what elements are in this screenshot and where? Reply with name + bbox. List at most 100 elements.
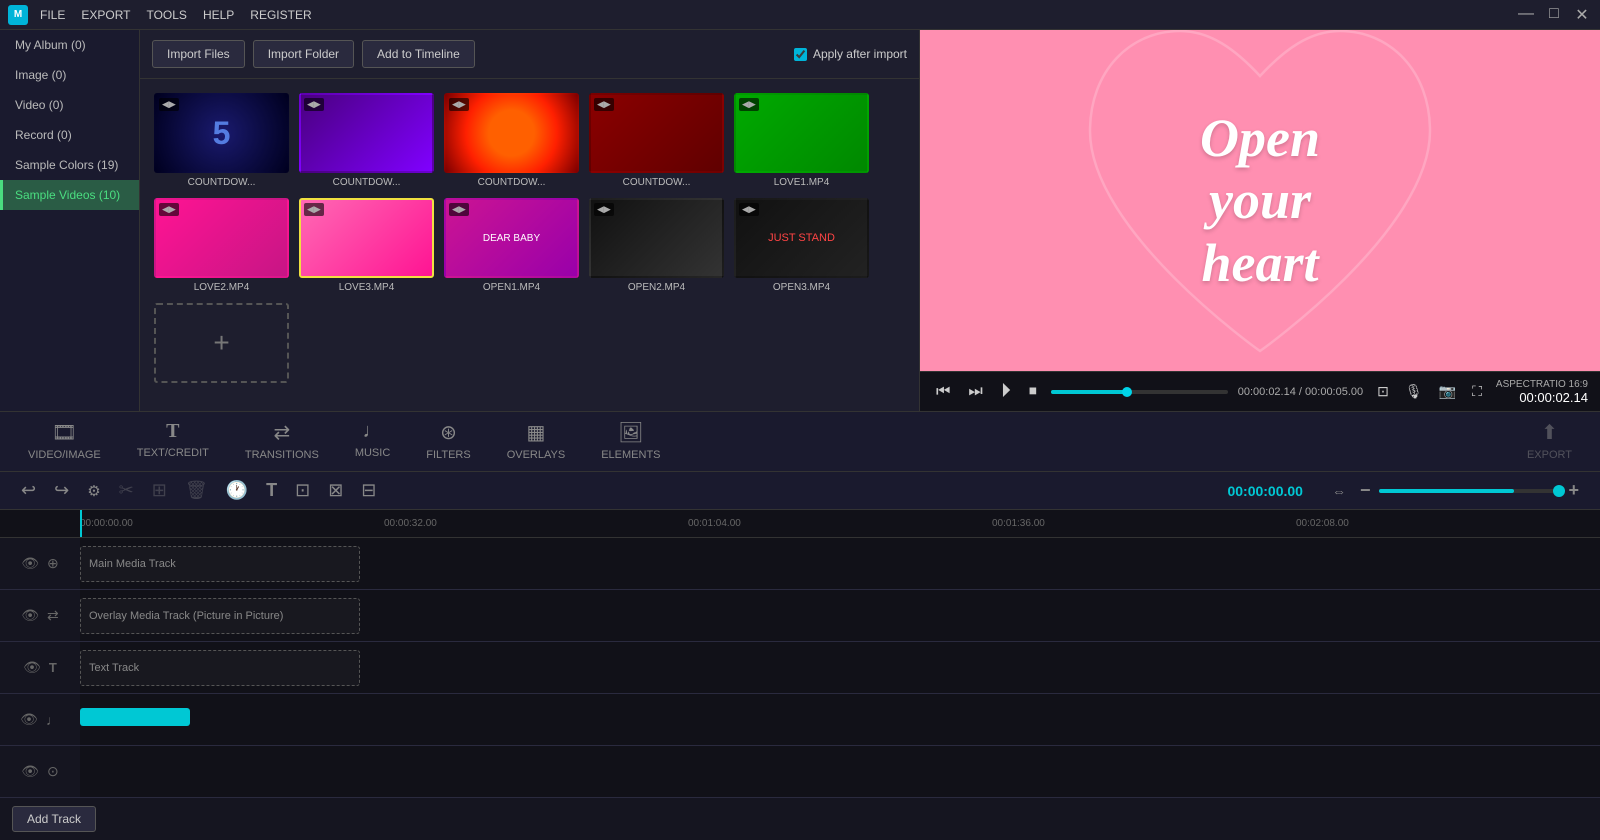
skip-back-button[interactable]: ⏮: [932, 381, 954, 403]
list-item[interactable]: ◀▶ LOVE1.MP4: [734, 93, 869, 188]
media-thumb[interactable]: ◀▶ 5: [154, 93, 289, 173]
track-swap-button[interactable]: ⇄: [46, 606, 60, 625]
media-thumb[interactable]: ◀▶: [154, 198, 289, 278]
menu-export[interactable]: EXPORT: [81, 8, 130, 22]
tab-transitions-label: TRANSITIONS: [245, 449, 319, 461]
apply-checkbox-input[interactable]: [794, 48, 807, 61]
list-item[interactable]: ◀▶ LOVE3.MP4: [299, 198, 434, 293]
sidebar-item-samplecolors[interactable]: Sample Colors (19): [0, 150, 139, 180]
list-item[interactable]: ◀▶ OPEN2.MP4: [589, 198, 724, 293]
track-eye-button[interactable]: 👁: [20, 606, 40, 625]
zoom-bar[interactable]: [1379, 489, 1559, 493]
import-files-button[interactable]: Import Files: [152, 40, 245, 68]
apply-after-import-checkbox[interactable]: Apply after import: [794, 47, 907, 61]
play-button[interactable]: ⏵: [997, 378, 1015, 405]
text-button[interactable]: T: [261, 478, 282, 503]
list-item[interactable]: ◀▶ LOVE2.MP4: [154, 198, 289, 293]
stop-button[interactable]: ⏹: [1025, 381, 1041, 403]
tab-videoimage-label: VIDEO/IMAGE: [28, 449, 101, 461]
list-item[interactable]: ◀▶ COUNTDOW...: [589, 93, 724, 188]
add-to-timeline-button[interactable]: Add to Timeline: [362, 40, 475, 68]
menu-register[interactable]: REGISTER: [250, 8, 311, 22]
media-label: COUNTDOW...: [589, 177, 724, 188]
list-item[interactable]: ◀▶ DEAR BABY OPEN1.MP4: [444, 198, 579, 293]
audio-button[interactable]: 🎙: [1401, 381, 1427, 402]
sidebar-item-record[interactable]: Record (0): [0, 120, 139, 150]
merge-button[interactable]: ⊟: [356, 478, 381, 503]
media-thumb[interactable]: ◀▶: [444, 93, 579, 173]
media-thumb[interactable]: ◀▶: [299, 198, 434, 278]
settings-button[interactable]: ⚙: [82, 480, 105, 502]
track-T-button[interactable]: T: [48, 659, 58, 676]
ruler-mark: 00:00:32.00: [384, 518, 688, 529]
tab-textcredit-label: TEXT/CREDIT: [137, 447, 209, 459]
cut-button[interactable]: ✂: [114, 478, 139, 503]
list-item[interactable]: ◀▶ JUST STAND OPEN3.MP4: [734, 198, 869, 293]
media-panel: Import Files Import Folder Add to Timeli…: [140, 30, 920, 411]
track-controls: 👁 ♩: [0, 710, 80, 729]
list-item[interactable]: ◀▶ COUNTDOW...: [444, 93, 579, 188]
add-track-button[interactable]: Add Track: [12, 806, 96, 832]
split-button[interactable]: ⊠: [323, 478, 348, 503]
minimize-icon[interactable]: —: [1516, 5, 1536, 25]
tab-export[interactable]: ⬆ EXPORT: [1509, 412, 1590, 471]
media-label: LOVE3.MP4: [299, 282, 434, 293]
fullscreen-button[interactable]: ⊡: [1373, 381, 1393, 402]
media-thumb[interactable]: ◀▶: [299, 93, 434, 173]
add-media-button[interactable]: +: [154, 303, 289, 383]
track-eye-button[interactable]: 👁: [20, 762, 40, 781]
filters-icon: ⊛: [440, 420, 457, 445]
crop-button[interactable]: ⊡: [290, 478, 315, 503]
tab-videoimage[interactable]: 🎞 VIDEO/IMAGE: [10, 412, 119, 471]
track-eye-button[interactable]: 👁: [19, 710, 39, 729]
progress-bar[interactable]: [1051, 390, 1228, 394]
import-folder-button[interactable]: Import Folder: [253, 40, 354, 68]
track-pip-button[interactable]: ⊙: [46, 762, 60, 781]
video-badge: ◀▶: [159, 203, 179, 216]
delete-button[interactable]: 🗑: [180, 478, 213, 503]
sidebar-item-myalbum[interactable]: My Album (0): [0, 30, 139, 60]
list-item[interactable]: ◀▶ 5 COUNTDOW...: [154, 93, 289, 188]
clock-button[interactable]: 🕐: [221, 478, 253, 503]
media-thumb[interactable]: ◀▶: [589, 93, 724, 173]
tab-music[interactable]: ♩ MUSIC: [337, 412, 408, 471]
sidebar-item-image[interactable]: Image (0): [0, 60, 139, 90]
menu-tools[interactable]: TOOLS: [146, 8, 186, 22]
list-item[interactable]: ◀▶ COUNTDOW...: [299, 93, 434, 188]
bottom-section: 🎞 VIDEO/IMAGE T TEXT/CREDIT ⇄ TRANSITION…: [0, 411, 1600, 840]
expand-button[interactable]: ⛶: [1468, 381, 1486, 402]
timeline-timecode: 00:00:00.00: [1227, 483, 1303, 499]
screenshot-button[interactable]: 📷: [1435, 381, 1460, 402]
sidebar-item-samplevideos[interactable]: Sample Videos (10): [0, 180, 139, 210]
tab-elements[interactable]: 🖼 ELEMENTS: [583, 412, 678, 471]
track-music-button[interactable]: ♩: [45, 711, 61, 729]
track-add-button[interactable]: ⊕: [46, 554, 60, 573]
zoom-minus-button[interactable]: −: [1355, 478, 1376, 503]
track-eye-button[interactable]: 👁: [20, 554, 40, 573]
list-item[interactable]: +: [154, 303, 289, 383]
tab-transitions[interactable]: ⇄ TRANSITIONS: [227, 412, 337, 471]
media-thumb[interactable]: ◀▶: [734, 93, 869, 173]
step-back-button[interactable]: ⏭: [964, 381, 986, 403]
menu-help[interactable]: HELP: [203, 8, 234, 22]
media-thumb[interactable]: ◀▶ JUST STAND: [734, 198, 869, 278]
maximize-icon[interactable]: □: [1544, 5, 1564, 25]
zoom-plus-button[interactable]: +: [1563, 478, 1584, 503]
tab-overlays[interactable]: ▦ OVERLAYS: [489, 412, 584, 471]
elements-icon: 🖼: [618, 420, 643, 445]
sidebar-item-video[interactable]: Video (0): [0, 90, 139, 120]
tab-textcredit[interactable]: T TEXT/CREDIT: [119, 412, 227, 471]
redo-button[interactable]: ↪: [49, 478, 74, 503]
close-icon[interactable]: ✕: [1572, 5, 1592, 25]
copy-button[interactable]: ⊞: [147, 478, 172, 503]
track-eye-button[interactable]: 👁: [22, 658, 42, 677]
video-badge: ◀▶: [449, 203, 469, 216]
ruler-mark: 00:02:08.00: [1296, 518, 1600, 529]
media-thumb[interactable]: ◀▶ DEAR BABY: [444, 198, 579, 278]
menu-file[interactable]: FILE: [40, 8, 65, 22]
zoom-out-button[interactable]: ⇔: [1327, 481, 1351, 501]
transitions-icon: ⇄: [273, 420, 290, 445]
media-thumb[interactable]: ◀▶: [589, 198, 724, 278]
tab-filters[interactable]: ⊛ FILTERS: [408, 412, 488, 471]
undo-button[interactable]: ↩: [16, 478, 41, 503]
